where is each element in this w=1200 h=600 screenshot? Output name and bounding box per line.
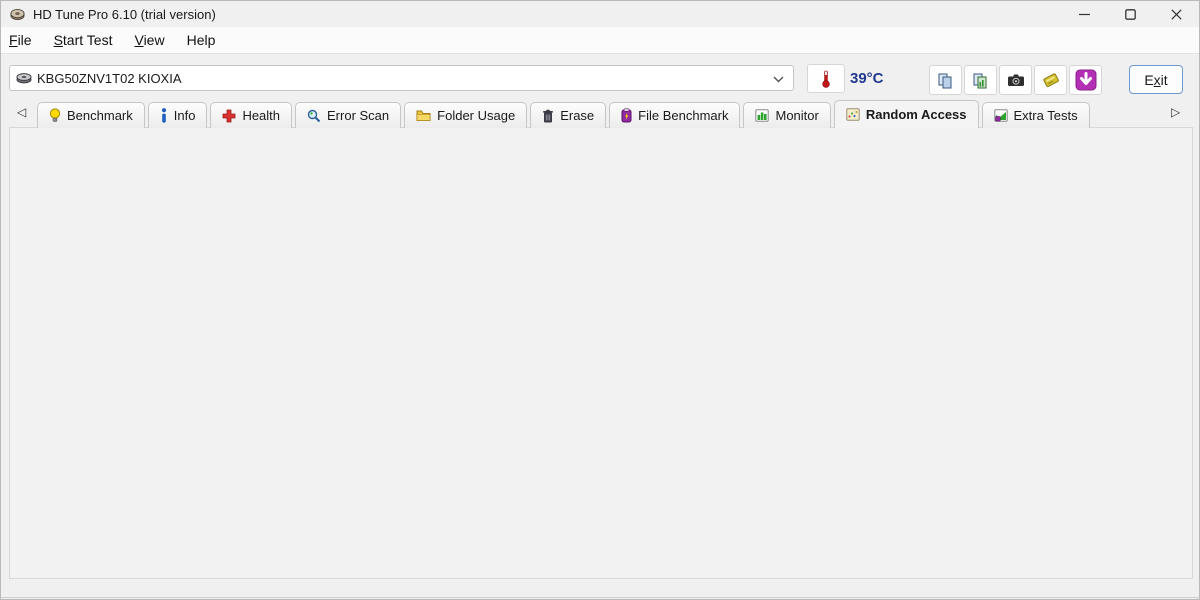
copy-image-icon — [972, 72, 989, 89]
info-icon — [160, 108, 168, 123]
exit-button[interactable]: Exit — [1129, 65, 1183, 94]
save-icon — [1042, 72, 1060, 88]
toolbar-buttons — [929, 65, 1102, 95]
copy-button[interactable] — [929, 65, 962, 95]
menu-start-test[interactable]: Start Test — [43, 32, 124, 48]
tab-label: Extra Tests — [1014, 108, 1078, 123]
health-cross-icon — [222, 109, 236, 123]
magnifier-icon — [307, 109, 321, 123]
menu-file[interactable]: File — [1, 32, 43, 48]
tab-label: Erase — [560, 108, 594, 123]
tab-folder-usage[interactable]: Folder Usage — [404, 102, 527, 128]
tab-random-access[interactable]: Random Access — [834, 100, 979, 128]
tab-info[interactable]: Info — [148, 102, 208, 128]
thermometer-icon — [821, 70, 831, 88]
lightbulb-icon — [49, 108, 61, 123]
download-button[interactable] — [1069, 65, 1102, 95]
download-icon — [1075, 69, 1097, 91]
tab-scroll-right-icon[interactable]: ▷ — [1171, 105, 1180, 119]
exit-button-label: Exit — [1144, 72, 1167, 88]
tab-file-benchmark[interactable]: File Benchmark — [609, 102, 740, 128]
random-access-panel — [9, 127, 1193, 579]
tab-label: Benchmark — [67, 108, 133, 123]
extra-tests-icon — [994, 109, 1008, 122]
chevron-down-icon — [773, 76, 784, 83]
monitor-chart-icon — [755, 109, 769, 122]
window-bottom-edge — [1, 597, 1200, 598]
drive-name: KBG50ZNV1T02 KIOXIA — [37, 71, 182, 86]
tab-label: File Benchmark — [638, 108, 728, 123]
tab-extra-tests[interactable]: Extra Tests — [982, 102, 1090, 128]
tab-bar: Benchmark Info Health Error Scan Folder … — [37, 101, 1090, 128]
title-bar: HD Tune Pro 6.10 (trial version) — [1, 1, 1199, 27]
tab-monitor[interactable]: Monitor — [743, 102, 830, 128]
maximize-button[interactable] — [1107, 1, 1153, 27]
window-title: HD Tune Pro 6.10 (trial version) — [33, 7, 216, 22]
tab-label: Health — [242, 108, 280, 123]
drive-disk-icon — [16, 72, 32, 84]
tab-label: Random Access — [866, 107, 967, 122]
app-disk-icon — [10, 7, 25, 22]
drive-selector[interactable]: KBG50ZNV1T02 KIOXIA — [9, 65, 794, 91]
tab-benchmark[interactable]: Benchmark — [37, 102, 145, 128]
temperature-value: 39°C — [850, 70, 884, 87]
tab-erase[interactable]: Erase — [530, 102, 606, 128]
scatter-chart-icon — [846, 108, 860, 121]
file-benchmark-icon — [621, 108, 632, 123]
save-results-button[interactable] — [1034, 65, 1067, 95]
copy-image-button[interactable] — [964, 65, 997, 95]
tab-error-scan[interactable]: Error Scan — [295, 102, 401, 128]
folder-icon — [416, 109, 431, 122]
tab-label: Folder Usage — [437, 108, 515, 123]
minimize-button[interactable] — [1061, 1, 1107, 27]
camera-icon — [1007, 73, 1025, 87]
temperature-button[interactable] — [807, 64, 845, 93]
tab-label: Info — [174, 108, 196, 123]
tab-health[interactable]: Health — [210, 102, 292, 128]
copy-icon — [937, 72, 954, 89]
close-button[interactable] — [1153, 1, 1199, 27]
tab-label: Error Scan — [327, 108, 389, 123]
menu-view[interactable]: View — [123, 32, 175, 48]
menu-bar: File Start Test View Help — [1, 27, 1199, 54]
hdtune-window: HD Tune Pro 6.10 (trial version) File St… — [0, 0, 1200, 600]
menu-help[interactable]: Help — [176, 32, 227, 48]
tab-scroll-left-icon[interactable]: ◁ — [17, 105, 26, 119]
trash-icon — [542, 109, 554, 123]
tab-label: Monitor — [775, 108, 818, 123]
screenshot-button[interactable] — [999, 65, 1032, 95]
